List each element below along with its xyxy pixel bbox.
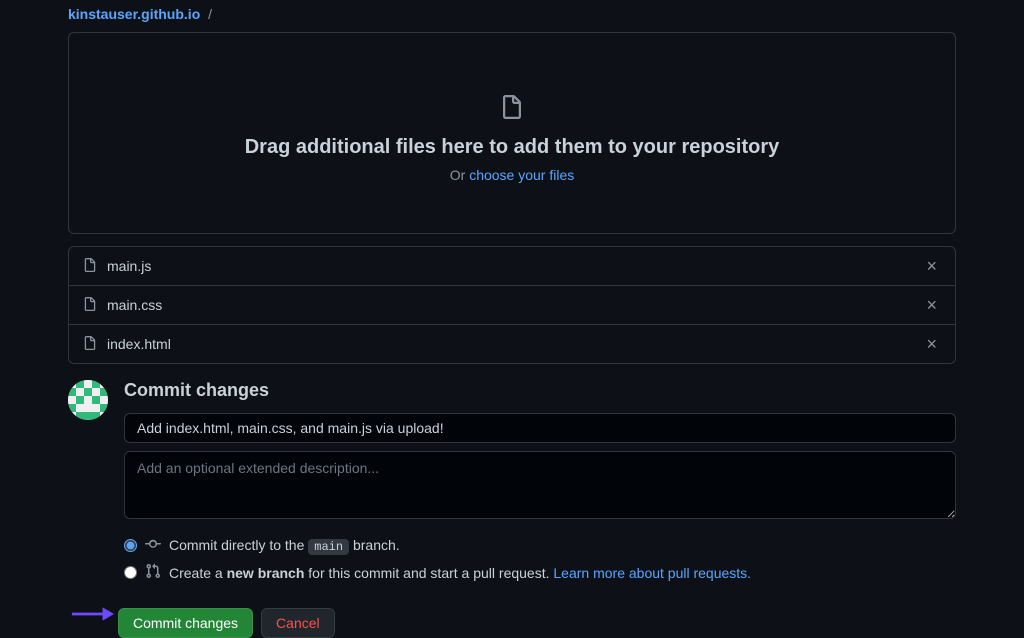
dropzone-subtext: Or choose your files bbox=[89, 167, 935, 183]
commit-section: Commit changes Commit directly to the ma… bbox=[68, 380, 956, 638]
remove-file-button[interactable]: × bbox=[922, 296, 941, 314]
file-icon bbox=[83, 297, 97, 314]
filename: index.html bbox=[107, 336, 922, 352]
breadcrumb: kinstauser.github.io / bbox=[68, 0, 956, 32]
commit-description-input[interactable] bbox=[124, 451, 956, 519]
branch-name-tag: main bbox=[308, 539, 349, 555]
commit-newbranch-radio[interactable] bbox=[124, 566, 137, 579]
avatar bbox=[68, 380, 108, 420]
commit-summary-input[interactable] bbox=[124, 413, 956, 443]
annotation-arrow bbox=[70, 605, 114, 623]
repo-link[interactable]: kinstauser.github.io bbox=[68, 6, 200, 22]
commit-heading: Commit changes bbox=[124, 380, 956, 401]
git-commit-icon bbox=[145, 536, 161, 555]
file-icon bbox=[500, 93, 524, 124]
commit-newbranch-radio-row[interactable]: Create a new branch for this commit and … bbox=[124, 563, 956, 582]
file-dropzone[interactable]: Drag additional files here to add them t… bbox=[68, 32, 956, 234]
commit-direct-radio[interactable] bbox=[124, 539, 137, 552]
breadcrumb-separator: / bbox=[208, 6, 212, 22]
choose-files-link[interactable]: choose your files bbox=[469, 167, 574, 183]
pull-request-icon bbox=[145, 563, 161, 582]
dropzone-heading: Drag additional files here to add them t… bbox=[89, 136, 935, 159]
filename: main.js bbox=[107, 258, 922, 274]
file-icon bbox=[83, 258, 97, 275]
commit-direct-radio-row[interactable]: Commit directly to the main branch. bbox=[124, 536, 956, 555]
commit-changes-button[interactable]: Commit changes bbox=[118, 608, 253, 638]
pull-request-learn-link[interactable]: Learn more about pull requests. bbox=[553, 565, 751, 581]
uploaded-files-list: main.js × main.css × index.html × bbox=[68, 246, 956, 364]
cancel-button[interactable]: Cancel bbox=[261, 608, 335, 638]
remove-file-button[interactable]: × bbox=[922, 257, 941, 275]
remove-file-button[interactable]: × bbox=[922, 335, 941, 353]
radio-label: Create a new branch for this commit and … bbox=[169, 565, 751, 581]
file-row: index.html × bbox=[69, 324, 955, 363]
radio-label: Commit directly to the main branch. bbox=[169, 537, 400, 554]
file-icon bbox=[83, 336, 97, 353]
file-row: main.js × bbox=[69, 247, 955, 285]
file-row: main.css × bbox=[69, 285, 955, 324]
filename: main.css bbox=[107, 297, 922, 313]
